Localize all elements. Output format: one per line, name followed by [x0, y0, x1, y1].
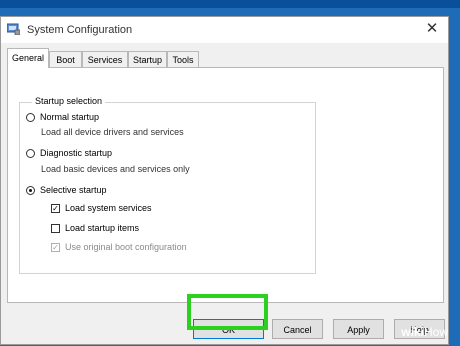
- msconfig-app-icon: [7, 23, 20, 35]
- normal-startup-label[interactable]: Normal startup: [40, 112, 99, 122]
- apply-button[interactable]: Apply: [333, 319, 384, 339]
- ok-button-highlight: [187, 294, 268, 330]
- tab-startup[interactable]: Startup: [128, 51, 167, 67]
- use-original-boot-label: Use original boot configuration: [65, 242, 187, 252]
- tab-general[interactable]: General: [7, 48, 49, 68]
- use-original-boot-checkbox: ✓: [51, 243, 60, 252]
- tab-boot[interactable]: Boot: [49, 51, 82, 67]
- selective-startup-radio[interactable]: [26, 186, 35, 195]
- diagnostic-startup-description: Load basic devices and services only: [41, 164, 190, 174]
- close-icon[interactable]: ✕: [422, 19, 442, 39]
- tab-tools[interactable]: Tools: [167, 51, 199, 67]
- desktop-background: [0, 0, 460, 8]
- tab-services[interactable]: Services: [82, 51, 128, 67]
- window-title: System Configuration: [27, 24, 133, 36]
- load-system-services-checkbox[interactable]: ✓: [51, 204, 60, 213]
- load-startup-items-checkbox[interactable]: [51, 224, 60, 233]
- load-startup-items-label[interactable]: Load startup items: [65, 223, 139, 233]
- startup-selection-title: Startup selection: [32, 96, 106, 106]
- normal-startup-radio[interactable]: [26, 113, 35, 122]
- diagnostic-startup-label[interactable]: Diagnostic startup: [40, 148, 112, 158]
- load-system-services-label[interactable]: Load system services: [65, 203, 152, 213]
- cancel-button[interactable]: Cancel: [272, 319, 323, 339]
- normal-startup-description: Load all device drivers and services: [41, 127, 184, 137]
- diagnostic-startup-radio[interactable]: [26, 149, 35, 158]
- watermark-wiki: wiki: [401, 325, 424, 339]
- title-bar: System Configuration ✕: [1, 17, 448, 43]
- selective-startup-label[interactable]: Selective startup: [40, 185, 107, 195]
- watermark-how: How: [423, 325, 448, 339]
- general-tab-panel: Startup selection Normal startup Load al…: [7, 67, 444, 303]
- wikihow-watermark: wikiHow: [401, 325, 448, 339]
